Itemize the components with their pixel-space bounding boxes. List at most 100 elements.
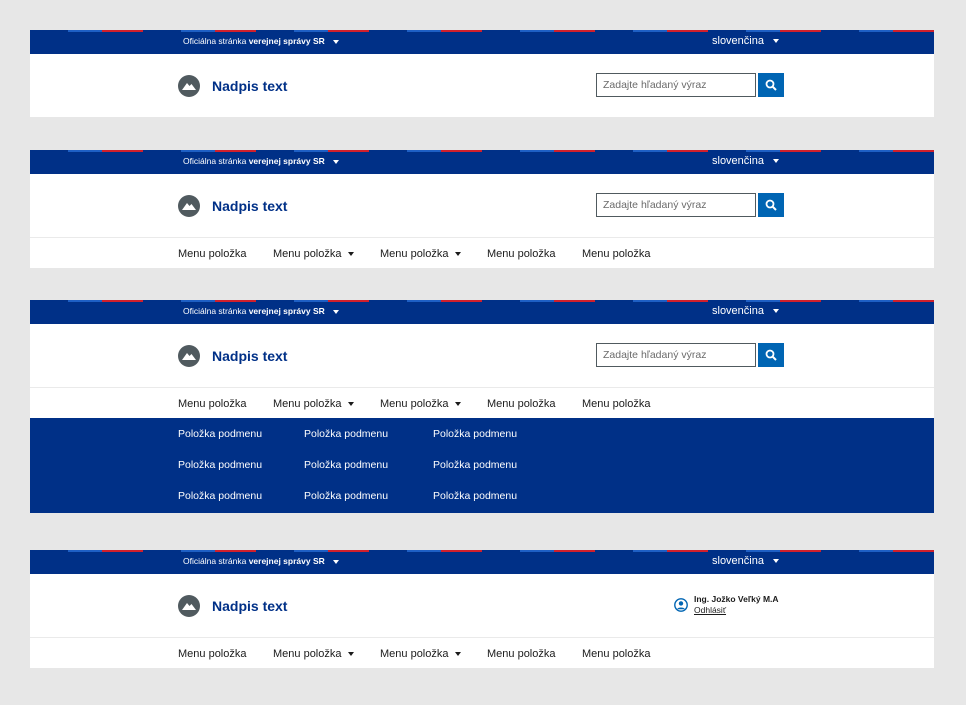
- caret-down-icon: [773, 309, 780, 314]
- caret-down-icon: [347, 402, 354, 407]
- search-icon: [765, 79, 777, 91]
- nav-item-label: Menu položka: [582, 248, 651, 260]
- search-button[interactable]: [758, 343, 784, 367]
- search-input[interactable]: [596, 343, 756, 367]
- nav-item-label: Menu položka: [582, 648, 651, 660]
- logout-link[interactable]: Odhlásiť: [694, 605, 726, 615]
- submenu-item[interactable]: Položka podmenu: [304, 459, 388, 471]
- nav-item-label: Menu položka: [487, 398, 556, 410]
- nav-item[interactable]: Menu položka: [487, 248, 556, 260]
- nav-item[interactable]: Menu položka: [582, 248, 651, 260]
- nav-item[interactable]: Menu položka: [487, 398, 556, 410]
- nav-item-dropdown[interactable]: Menu položka: [273, 648, 354, 660]
- official-site-toggle[interactable]: Oficiálna stránka verejnej správy SR: [183, 156, 340, 166]
- official-bold: verejnej správy SR: [248, 36, 325, 46]
- main-nav: Menu položka Menu položka Menu položka M…: [30, 637, 934, 668]
- gov-stripe: [30, 30, 934, 32]
- caret-down-icon: [347, 252, 354, 257]
- language-select[interactable]: slovenčina: [712, 305, 780, 317]
- official-bold: verejnej správy SR: [248, 556, 325, 566]
- nav-item-label: Menu položka: [273, 248, 342, 260]
- search-input[interactable]: [596, 193, 756, 217]
- language-label: slovenčina: [712, 35, 764, 47]
- mountain-logo-icon[interactable]: [178, 595, 200, 617]
- nav-item-label: Menu položka: [380, 648, 449, 660]
- header-main-row: Nadpis text: [30, 54, 934, 117]
- gov-stripe: [30, 300, 934, 302]
- submenu-item[interactable]: Položka podmenu: [178, 428, 262, 440]
- official-bold: verejnej správy SR: [248, 306, 325, 316]
- submenu-panel: Položka podmenu Položka podmenu Položka …: [30, 418, 934, 513]
- site-title[interactable]: Nadpis text: [212, 348, 287, 364]
- header-main-row: Nadpis text Ing. Jožko Veľký M.A Odhlási…: [30, 574, 934, 637]
- search-icon: [765, 199, 777, 211]
- user-name: Ing. Jožko Veľký M.A: [694, 594, 779, 604]
- header-main-row: Nadpis text: [30, 324, 934, 387]
- nav-item-label: Menu položka: [582, 398, 651, 410]
- site-title[interactable]: Nadpis text: [212, 598, 287, 614]
- language-select[interactable]: slovenčina: [712, 35, 780, 47]
- caret-down-icon: [454, 252, 461, 257]
- search-input[interactable]: [596, 73, 756, 97]
- nav-item[interactable]: Menu položka: [582, 398, 651, 410]
- nav-item-dropdown[interactable]: Menu položka: [273, 248, 354, 260]
- nav-item-label: Menu položka: [380, 398, 449, 410]
- nav-item-dropdown[interactable]: Menu položka: [380, 648, 461, 660]
- submenu-item[interactable]: Položka podmenu: [304, 490, 388, 502]
- gov-bar: Oficiálna stránka verejnej správy SR slo…: [30, 150, 934, 174]
- language-select[interactable]: slovenčina: [712, 155, 780, 167]
- submenu-item[interactable]: Položka podmenu: [178, 490, 262, 502]
- nav-item-label: Menu položka: [178, 648, 247, 660]
- official-site-toggle[interactable]: Oficiálna stránka verejnej správy SR: [183, 306, 340, 316]
- nav-item-dropdown[interactable]: Menu položka: [380, 398, 461, 410]
- nav-item[interactable]: Menu položka: [487, 648, 556, 660]
- site-title[interactable]: Nadpis text: [212, 198, 287, 214]
- official-site-toggle[interactable]: Oficiálna stránka verejnej správy SR: [183, 36, 340, 46]
- gov-bar: Oficiálna stránka verejnej správy SR slo…: [30, 300, 934, 324]
- site-title[interactable]: Nadpis text: [212, 78, 287, 94]
- caret-down-icon: [347, 652, 354, 657]
- nav-item[interactable]: Menu položka: [178, 398, 247, 410]
- header-basic: Oficiálna stránka verejnej správy SR slo…: [30, 30, 934, 117]
- header-logged-in: Oficiálna stránka verejnej správy SR slo…: [30, 550, 934, 668]
- language-label: slovenčina: [712, 155, 764, 167]
- caret-down-icon: [454, 402, 461, 407]
- official-prefix: Oficiálna stránka: [183, 156, 247, 166]
- user-circle-icon: [674, 598, 688, 612]
- submenu-item[interactable]: Položka podmenu: [304, 428, 388, 440]
- caret-down-icon: [773, 39, 780, 44]
- official-prefix: Oficiálna stránka: [183, 36, 247, 46]
- submenu-item[interactable]: Položka podmenu: [433, 490, 517, 502]
- nav-item[interactable]: Menu položka: [178, 648, 247, 660]
- mountain-logo-icon[interactable]: [178, 345, 200, 367]
- gov-bar: Oficiálna stránka verejnej správy SR slo…: [30, 30, 934, 54]
- mountain-logo-icon[interactable]: [178, 75, 200, 97]
- gov-stripe: [30, 550, 934, 552]
- nav-item-dropdown[interactable]: Menu položka: [380, 248, 461, 260]
- nav-item[interactable]: Menu položka: [582, 648, 651, 660]
- language-select[interactable]: slovenčina: [712, 555, 780, 567]
- caret-down-icon: [454, 652, 461, 657]
- nav-item-dropdown[interactable]: Menu položka: [273, 398, 354, 410]
- header-with-submenu: Oficiálna stránka verejnej správy SR slo…: [30, 300, 934, 513]
- search-icon: [765, 349, 777, 361]
- search-button[interactable]: [758, 193, 784, 217]
- caret-down-icon: [333, 39, 340, 44]
- submenu-item[interactable]: Položka podmenu: [178, 459, 262, 471]
- nav-item-label: Menu položka: [178, 248, 247, 260]
- header-main-row: Nadpis text: [30, 174, 934, 237]
- official-site-toggle[interactable]: Oficiálna stránka verejnej správy SR: [183, 556, 340, 566]
- nav-item[interactable]: Menu položka: [178, 248, 247, 260]
- mountain-logo-icon[interactable]: [178, 195, 200, 217]
- caret-down-icon: [333, 309, 340, 314]
- caret-down-icon: [773, 559, 780, 564]
- language-label: slovenčina: [712, 555, 764, 567]
- submenu-item[interactable]: Položka podmenu: [433, 428, 517, 440]
- caret-down-icon: [773, 159, 780, 164]
- submenu-item[interactable]: Položka podmenu: [433, 459, 517, 471]
- official-prefix: Oficiálna stránka: [183, 306, 247, 316]
- nav-item-label: Menu položka: [487, 648, 556, 660]
- search-button[interactable]: [758, 73, 784, 97]
- gov-bar: Oficiálna stránka verejnej správy SR slo…: [30, 550, 934, 574]
- caret-down-icon: [333, 559, 340, 564]
